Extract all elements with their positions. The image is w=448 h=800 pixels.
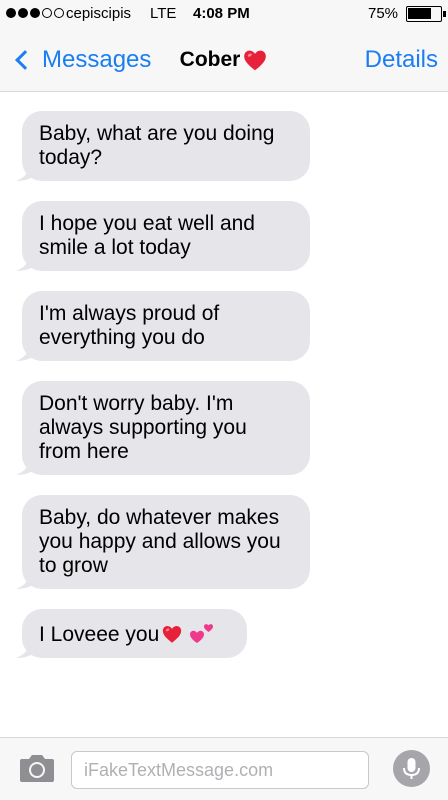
details-button[interactable]: Details xyxy=(365,44,438,76)
bubble-tail xyxy=(16,640,36,658)
nav-bar: Messages Cober Details xyxy=(0,28,448,92)
compose-bar xyxy=(0,737,448,800)
microphone-button[interactable] xyxy=(393,750,430,787)
battery-percent: 75% xyxy=(368,5,399,22)
message-thread[interactable]: Baby, what are you doing today? I hope y… xyxy=(0,92,448,737)
red-heart-icon xyxy=(163,626,182,643)
battery-fill xyxy=(408,8,431,19)
microphone-icon xyxy=(403,758,420,779)
chevron-left-icon xyxy=(15,50,35,70)
message-text: Baby, what are you doing today? xyxy=(39,122,275,169)
message-text: Don't worry baby. I'm always supporting … xyxy=(39,392,247,463)
signal-strength-icon xyxy=(6,8,64,18)
bubble-tail xyxy=(16,163,36,181)
bubble-tail xyxy=(16,457,36,475)
message-text: I'm always proud of everything you do xyxy=(39,302,220,349)
bubble-tail xyxy=(16,343,36,361)
back-button-label: Messages xyxy=(42,46,152,73)
incoming-message-bubble[interactable]: I hope you eat well and smile a lot toda… xyxy=(16,201,310,271)
red-heart-icon xyxy=(244,50,267,71)
status-time: 4:08 PM xyxy=(193,5,250,22)
message-text: I hope you eat well and smile a lot toda… xyxy=(39,212,255,259)
bubble-tail xyxy=(16,571,36,589)
incoming-message-bubble[interactable]: Don't worry baby. I'm always supporting … xyxy=(16,381,310,475)
network-type: LTE xyxy=(150,5,177,22)
camera-icon[interactable] xyxy=(19,753,55,783)
battery-nub xyxy=(443,11,446,17)
incoming-message-bubble[interactable]: I'm always proud of everything you do xyxy=(16,291,310,361)
message-text: I Loveee you xyxy=(39,623,160,646)
battery-icon xyxy=(406,6,442,22)
incoming-message-bubble[interactable]: I Loveee you xyxy=(16,609,247,658)
contact-name[interactable]: Cober xyxy=(180,48,241,72)
message-input[interactable] xyxy=(71,751,369,789)
message-text: Baby, do whatever makes you happy and al… xyxy=(39,506,281,577)
back-button[interactable]: Messages xyxy=(10,44,151,76)
status-bar: cepiscipis LTE 4:08 PM 75% xyxy=(0,0,448,28)
incoming-message-bubble[interactable]: Baby, do whatever makes you happy and al… xyxy=(16,495,310,589)
incoming-message-bubble[interactable]: Baby, what are you doing today? xyxy=(16,111,310,181)
carrier-name: cepiscipis xyxy=(66,5,132,22)
bubble-tail xyxy=(16,253,36,271)
two-hearts-icon xyxy=(190,624,214,643)
